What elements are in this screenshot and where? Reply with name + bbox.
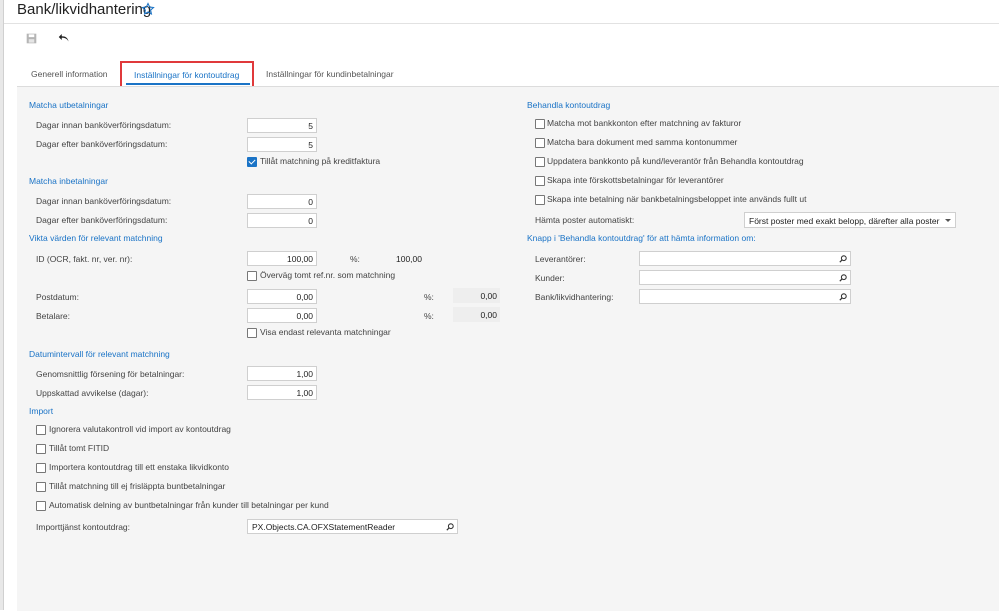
- customers-selector[interactable]: [639, 270, 851, 285]
- out-days-before-input[interactable]: 5: [247, 118, 317, 133]
- window-left-edge: [0, 0, 4, 610]
- header-divider: [4, 23, 999, 24]
- active-tab-indicator: [126, 83, 250, 85]
- process-option-label: Uppdatera bankkonto på kund/leverantör f…: [547, 156, 804, 166]
- payer-pct-label: %:: [424, 311, 434, 321]
- label-customers: Kunder:: [535, 273, 565, 283]
- label-in-days-before: Dagar innan banköverföringsdatum:: [36, 196, 172, 206]
- postdate-weight-input[interactable]: 0,00: [247, 289, 317, 304]
- tab-customer-payment-settings[interactable]: Inställningar för kundinbetalningar: [266, 69, 394, 79]
- process-option-label: Skapa inte förskottsbetalningar för leve…: [547, 175, 724, 185]
- label-import-service: Importtjänst kontoutdrag:: [36, 522, 131, 532]
- label-payer-weight: Betalare:: [36, 311, 71, 321]
- label-vendors: Leverantörer:: [535, 254, 586, 264]
- import-option-checkbox[interactable]: [36, 501, 46, 511]
- payer-weight-input[interactable]: 0,00: [247, 308, 317, 323]
- process-option-checkbox[interactable]: [535, 119, 545, 129]
- favorite-star-icon[interactable]: [141, 2, 155, 18]
- search-icon[interactable]: [839, 293, 847, 301]
- import-option-label: Tillåt tomt FITID: [49, 443, 110, 453]
- label-avg-delay: Genomsnittlig försening för betalningar:: [36, 369, 185, 379]
- label-in-days-after: Dagar efter banköverföringsdatum:: [36, 215, 168, 225]
- auto-fetch-value: Först poster med exakt belopp, därefter …: [749, 216, 940, 226]
- label-bank: Bank/likvidhantering:: [535, 292, 614, 302]
- save-icon[interactable]: [26, 33, 37, 46]
- empty-ref-checkbox[interactable]: [247, 271, 257, 281]
- process-option-checkbox[interactable]: [535, 176, 545, 186]
- tab-statement-settings[interactable]: Inställningar för kontoutdrag: [134, 70, 239, 80]
- import-service-selector[interactable]: PX.Objects.CA.OFXStatementReader: [247, 519, 458, 534]
- label-postdate-weight: Postdatum:: [36, 292, 79, 302]
- process-option-checkbox[interactable]: [535, 157, 545, 167]
- search-icon[interactable]: [446, 523, 454, 531]
- id-pct-value: 100,00: [396, 254, 422, 264]
- est-deviation-input[interactable]: 1,00: [247, 385, 317, 400]
- relevant-only-label: Visa endast relevanta matchningar: [260, 327, 391, 337]
- out-days-after-input[interactable]: 5: [247, 137, 317, 152]
- id-weight-input[interactable]: 100,00: [247, 251, 317, 266]
- in-days-after-input[interactable]: 0: [247, 213, 317, 228]
- label-out-days-before: Dagar innan banköverföringsdatum:: [36, 120, 172, 130]
- postdate-pct-value: 0,00: [453, 288, 500, 303]
- tab-general-information[interactable]: Generell information: [31, 69, 108, 79]
- import-service-value: PX.Objects.CA.OFXStatementReader: [252, 522, 396, 532]
- form-content: Matcha utbetalningar Dagar innan banköve…: [17, 86, 999, 611]
- label-out-days-after: Dagar efter banköverföringsdatum:: [36, 139, 168, 149]
- id-pct-label: %:: [350, 254, 360, 264]
- section-title-weights: Vikta värden för relevant matchning: [29, 233, 163, 243]
- search-icon[interactable]: [839, 255, 847, 263]
- allow-credit-label: Tillåt matchning på kreditfaktura: [260, 156, 381, 166]
- process-option-label: Matcha bara dokument med samma kontonumm…: [547, 137, 738, 147]
- process-option-checkbox[interactable]: [535, 195, 545, 205]
- import-option-label: Tillåt matchning till ej frisläppta bunt…: [49, 481, 226, 491]
- label-est-deviation: Uppskattad avvikelse (dagar):: [36, 388, 149, 398]
- import-option-label: Ignorera valutakontroll vid import av ko…: [49, 424, 231, 434]
- postdate-pct-label: %:: [424, 292, 434, 302]
- chevron-down-icon: [945, 219, 951, 222]
- label-auto-fetch: Hämta poster automatiskt:: [535, 215, 635, 225]
- auto-fetch-dropdown[interactable]: Först poster med exakt belopp, därefter …: [744, 212, 956, 228]
- undo-icon[interactable]: [58, 33, 70, 46]
- avg-delay-input[interactable]: 1,00: [247, 366, 317, 381]
- import-option-checkbox[interactable]: [36, 482, 46, 492]
- section-title-date-interval: Datumintervall för relevant matchning: [29, 349, 170, 359]
- section-title-import: Import: [29, 406, 54, 416]
- allow-credit-checkbox[interactable]: [247, 157, 257, 167]
- import-option-label: Importera kontoutdrag till ett enstaka l…: [49, 462, 230, 472]
- vendors-selector[interactable]: [639, 251, 851, 266]
- process-option-label: Matcha mot bankkonton efter matchning av…: [547, 118, 742, 128]
- in-days-before-input[interactable]: 0: [247, 194, 317, 209]
- import-option-checkbox[interactable]: [36, 463, 46, 473]
- page-title: Bank/likvidhantering: [17, 1, 152, 18]
- import-option-checkbox[interactable]: [36, 444, 46, 454]
- bank-selector[interactable]: [639, 289, 851, 304]
- process-option-label: Skapa inte betalning när bankbetalningsb…: [547, 194, 807, 204]
- import-option-label: Automatisk delning av buntbetalningar fr…: [49, 500, 329, 510]
- section-title-payments-in: Matcha inbetalningar: [29, 176, 108, 186]
- search-icon[interactable]: [839, 274, 847, 282]
- section-title-process: Behandla kontoutdrag: [527, 100, 611, 110]
- import-option-checkbox[interactable]: [36, 425, 46, 435]
- empty-ref-label: Överväg tomt ref.nr. som matchning: [260, 270, 396, 280]
- payer-pct-value: 0,00: [453, 307, 500, 322]
- label-id-weight: ID (OCR, fakt. nr, ver. nr):: [36, 254, 133, 264]
- relevant-only-checkbox[interactable]: [247, 328, 257, 338]
- section-title-button-info: Knapp i 'Behandla kontoutdrag' för att h…: [527, 233, 756, 243]
- process-option-checkbox[interactable]: [535, 138, 545, 148]
- section-title-payments-out: Matcha utbetalningar: [29, 100, 109, 110]
